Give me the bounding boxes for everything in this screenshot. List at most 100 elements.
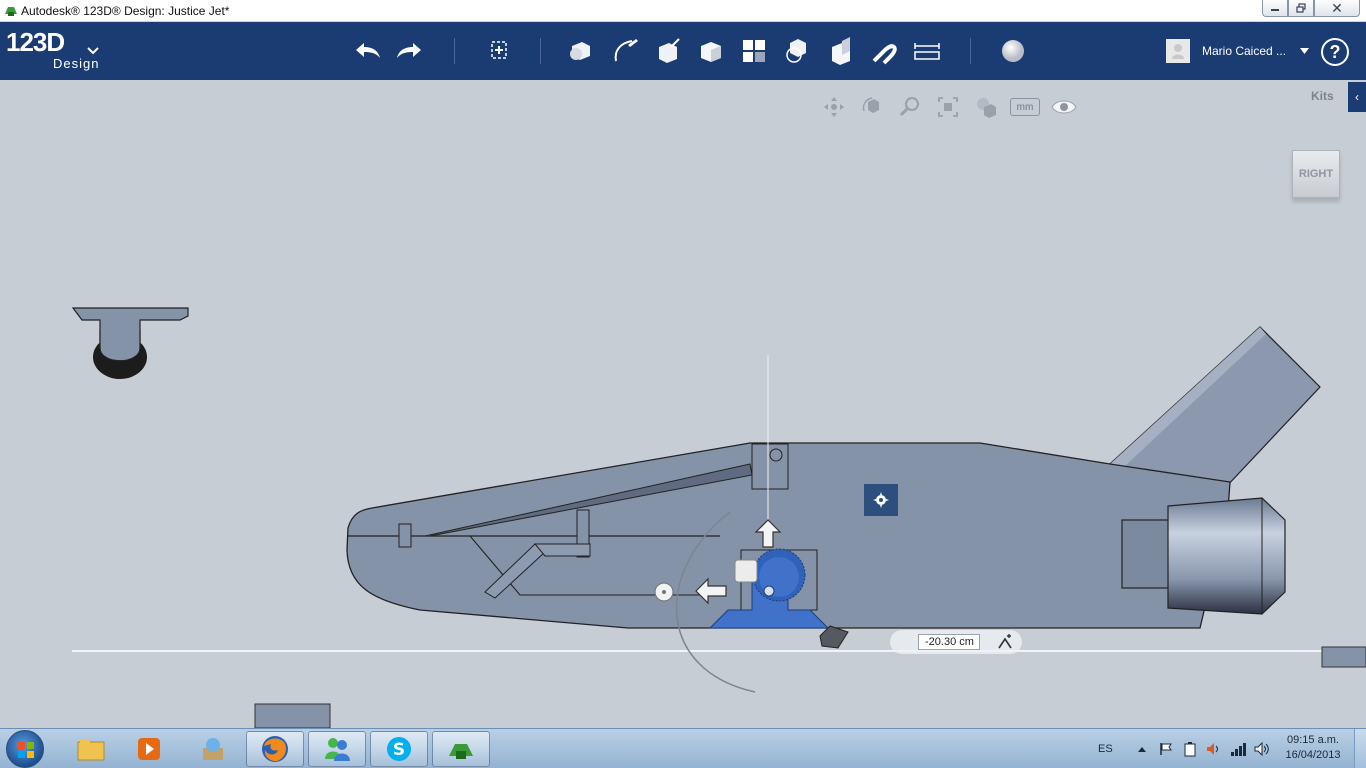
snap-button[interactable]: [867, 34, 901, 68]
transform-button[interactable]: [482, 34, 516, 68]
dimension-input[interactable]: [918, 634, 980, 650]
app-menu-button[interactable]: 123D Design: [6, 27, 99, 71]
measure-button[interactable]: [910, 34, 944, 68]
taskbar-media-player[interactable]: [120, 731, 178, 767]
snap-icon: [872, 44, 897, 65]
material-icon: [1002, 40, 1024, 62]
zoom-button[interactable]: [896, 94, 924, 120]
undo-icon: [356, 43, 380, 58]
primitives-icon: [570, 42, 590, 60]
fit-icon: [938, 97, 958, 117]
sketch-button[interactable]: [608, 34, 642, 68]
pattern-button[interactable]: [737, 34, 771, 68]
main-toolbar: 123D Design Mario Caiced ... ?: [0, 22, 1366, 80]
measure-icon: [914, 43, 940, 60]
minimize-icon: [1271, 9, 1279, 11]
sound-button[interactable]: [1253, 740, 1271, 758]
network-button[interactable]: [1229, 740, 1247, 758]
action-center-button[interactable]: [1157, 740, 1175, 758]
taskbar-skype[interactable]: S: [370, 731, 428, 767]
snap-toggle-icon[interactable]: [996, 633, 1014, 651]
speaker-icon: [1206, 743, 1218, 755]
window-title: Autodesk® 123D® Design: Justice Jet*: [21, 4, 230, 18]
visibility-button[interactable]: [1050, 94, 1078, 120]
taskbar-firefox[interactable]: [246, 731, 304, 767]
language-indicator[interactable]: ES: [1098, 743, 1113, 755]
system-tray: ES: [1098, 729, 1277, 768]
signal-icon: [1230, 743, 1246, 756]
modify-button[interactable]: [694, 34, 728, 68]
primitives-button[interactable]: [564, 34, 598, 68]
user-icon: [1172, 44, 1184, 59]
eye-icon: [1051, 100, 1077, 114]
123d-design-icon: [449, 744, 473, 759]
visual-style-button[interactable]: [972, 94, 1000, 120]
bottom-block: [254, 703, 331, 728]
zoom-icon: [899, 97, 919, 117]
chevron-down-icon: [87, 47, 99, 55]
part-settings-button[interactable]: [864, 484, 898, 516]
explorer-icon: [77, 739, 105, 761]
sketch-icon: [614, 39, 638, 62]
combine-icon: [832, 37, 850, 65]
orbit-button[interactable]: [858, 94, 886, 120]
help-button[interactable]: ?: [1321, 38, 1349, 66]
viewcube[interactable]: RIGHT: [1292, 150, 1340, 198]
units-button[interactable]: mm: [1010, 98, 1040, 116]
3d-viewport[interactable]: mm Kits ‹ RIGHT: [0, 80, 1366, 728]
taskbar-explorer[interactable]: [62, 731, 120, 767]
volume-icon: [1254, 742, 1269, 756]
combine-button[interactable]: [824, 34, 858, 68]
user-name: Mario Caiced ...: [1202, 44, 1287, 58]
grouping-button[interactable]: [780, 34, 814, 68]
start-button[interactable]: [6, 730, 44, 768]
taskbar-messenger[interactable]: [308, 731, 366, 767]
logo-text: 123D: [6, 27, 65, 57]
restore-icon: [1296, 3, 1306, 13]
kits-label[interactable]: Kits: [1311, 89, 1334, 103]
power-button[interactable]: [1181, 740, 1199, 758]
caret-down-icon: [1300, 48, 1310, 54]
show-desktop-button[interactable]: [1354, 729, 1366, 768]
material-button[interactable]: [996, 34, 1030, 68]
restore-button[interactable]: [1288, 0, 1314, 17]
gear-icon: [873, 492, 889, 508]
viewcube-face-label: RIGHT: [1298, 168, 1334, 180]
kits-panel-toggle[interactable]: ‹: [1348, 82, 1366, 112]
wheel-part: [71, 307, 189, 379]
orbit-icon: [862, 97, 879, 113]
dimension-input-group: [890, 630, 1022, 654]
redo-button[interactable]: [393, 34, 427, 68]
show-hidden-icons-button[interactable]: [1133, 740, 1151, 758]
close-button[interactable]: ✕: [1314, 0, 1360, 17]
windows-logo-icon: [18, 742, 34, 758]
grid-block: [1321, 646, 1366, 668]
clock-date: 16/04/2013: [1285, 749, 1341, 761]
clock-time: 09:15 a.m.: [1287, 734, 1339, 746]
undo-button[interactable]: [350, 34, 384, 68]
svg-text:S: S: [393, 740, 405, 760]
messenger-icon: [325, 738, 350, 761]
chevron-left-icon: ‹: [1355, 90, 1359, 104]
user-menu[interactable]: Mario Caiced ...: [1166, 38, 1310, 64]
avatar: [1166, 39, 1190, 63]
help-icon: ?: [1329, 41, 1341, 62]
construct-button[interactable]: [651, 34, 685, 68]
app-icon: [203, 738, 223, 760]
minimize-button[interactable]: [1262, 0, 1288, 17]
fit-button[interactable]: [934, 94, 962, 120]
skype-icon: S: [387, 737, 411, 761]
system-clock[interactable]: 09:15 a.m. 16/04/2013: [1278, 733, 1348, 763]
toolbar-separator: [454, 38, 455, 64]
logo-subtitle: Design: [53, 56, 100, 71]
taskbar-123d-design[interactable]: [432, 731, 490, 767]
pattern-icon: [743, 40, 765, 62]
flag-icon: [1159, 743, 1172, 755]
transform-icon: [491, 41, 507, 59]
jet-tail-fin: [1108, 326, 1321, 489]
grouping-icon: [786, 39, 806, 63]
pan-button[interactable]: [820, 94, 848, 120]
volume-button[interactable]: [1205, 740, 1223, 758]
taskbar-app[interactable]: [184, 731, 242, 767]
windows-taskbar: S ES 09:15 a.m. 16/04/2013: [0, 728, 1366, 768]
